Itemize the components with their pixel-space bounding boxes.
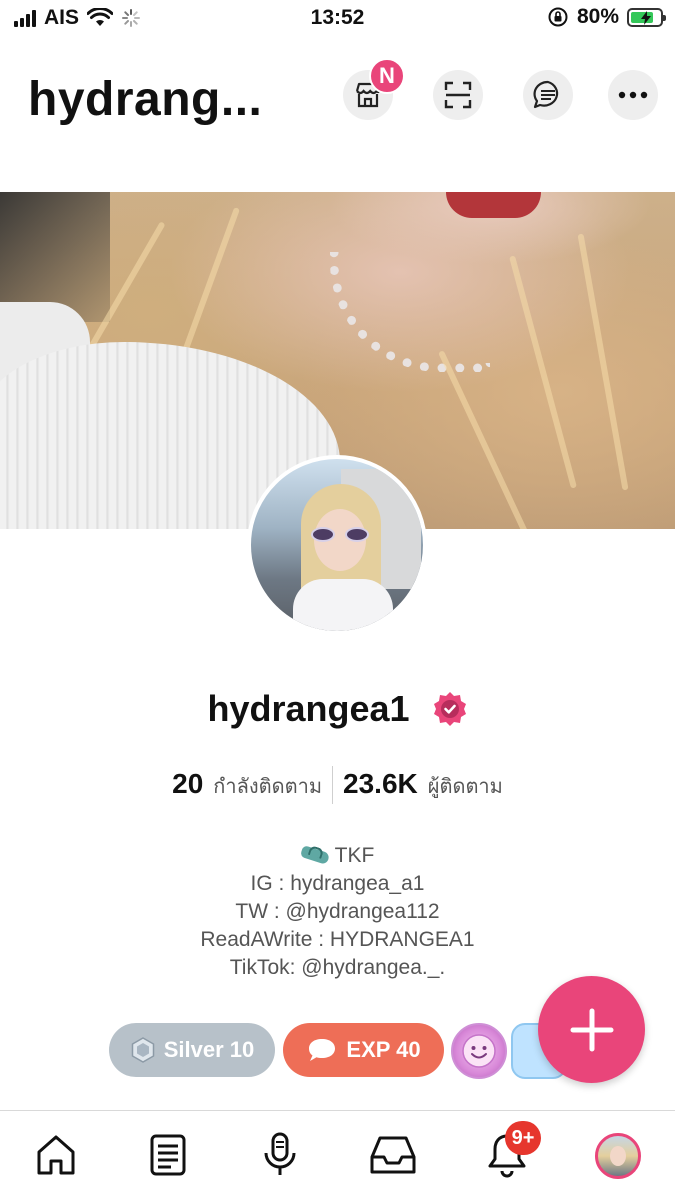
exp-label: EXP 40 [346,1037,421,1062]
following-count: 20 [172,768,204,799]
followers-label: ผู้ติดตาม [427,774,503,798]
smile-sticker-icon[interactable] [451,1023,507,1079]
silver-level-label: Silver 10 [163,1037,255,1062]
battery-percent: 80% [576,5,619,28]
followers-stat[interactable]: 23.6K ผู้ติดตาม [343,768,503,802]
silver-level-chip[interactable]: Silver 10 [109,1023,275,1077]
messages-button[interactable] [523,70,573,120]
plus-icon [570,1008,613,1051]
create-post-button[interactable] [538,976,645,1083]
exp-chip[interactable]: EXP 40 [283,1023,444,1077]
more-button[interactable] [608,70,658,120]
home-icon [37,1135,75,1175]
nav-audio[interactable] [255,1130,305,1180]
silver-hexagon-icon [131,1037,154,1063]
nav-feed[interactable] [143,1130,193,1180]
following-stat[interactable]: 20 กำลังติดตาม [172,768,322,802]
speech-bubble-icon [309,1039,336,1061]
bio-line: TW : @hydrangea112 [235,900,440,923]
followers-count: 23.6K [343,768,418,799]
stats-divider [332,766,334,804]
verified-badge-icon [433,692,466,726]
bio-line: IG : hydrangea_a1 [250,872,425,895]
page-title: hydrang... [28,73,263,126]
more-icon [618,91,648,99]
profile-bio: TKF IG : hydrangea_a1 TW : @hydrangea112… [0,842,675,982]
nav-profile-avatar[interactable] [595,1133,641,1179]
profile-avatar[interactable] [247,455,427,635]
following-label: กำลังติดตาม [213,774,323,798]
flip-flop-icon [301,847,331,863]
scan-icon [444,81,472,109]
orientation-lock-icon [548,7,568,27]
bio-line: TKF [0,842,675,870]
nav-inbox[interactable] [368,1130,418,1180]
inbox-icon [370,1136,416,1174]
status-bar: AIS 13:52 80% [0,0,675,40]
nav-home[interactable] [31,1130,81,1180]
feed-icon [150,1134,186,1176]
microphone-icon [264,1132,296,1175]
shop-new-badge: N [369,58,405,94]
bio-line: ReadAWrite : HYDRANGEA1 [200,928,475,951]
notification-count-badge: 9+ [505,1121,541,1155]
bio-text: TKF [334,844,375,867]
battery-charging-icon [627,7,666,27]
username: hydrangea1 [207,688,410,729]
profile-stats: 20 กำลังติดตาม 23.6K ผู้ติดตาม [0,766,675,804]
bottom-nav-divider [0,1110,675,1111]
message-icon [533,80,559,109]
username-row: hydrangea1 [0,688,675,730]
scan-button[interactable] [433,70,483,120]
status-right: 80% [547,5,666,29]
